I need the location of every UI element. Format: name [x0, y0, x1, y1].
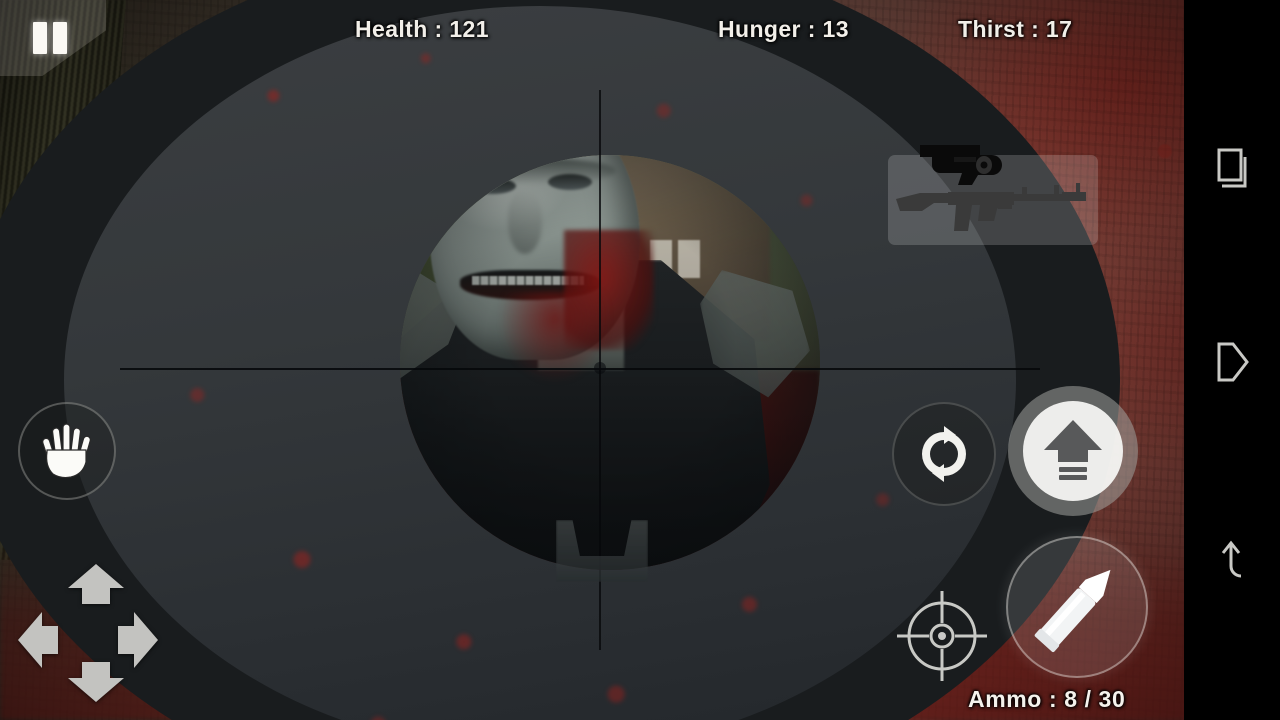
back-icon	[1221, 540, 1242, 578]
android-navigation-bar	[1184, 0, 1280, 720]
weapon-selection-panel[interactable]	[888, 145, 1098, 245]
game-screen: Health : 121 Hunger : 13 Thirst : 17 Amm…	[0, 0, 1280, 720]
nav-home-button[interactable]	[1184, 272, 1280, 452]
health-stat-label: Health : 121	[355, 16, 489, 42]
dpad-up-arrow[interactable]	[66, 562, 126, 606]
recents-icon	[1217, 148, 1247, 188]
aim-scope-button[interactable]	[894, 588, 990, 684]
home-icon	[1217, 342, 1249, 382]
jump-button-inner	[1023, 401, 1123, 501]
pause-bar-right	[53, 22, 67, 54]
fire-button[interactable]	[1006, 536, 1148, 678]
open-hand-icon	[42, 423, 91, 479]
reticle-center-dot	[594, 362, 606, 374]
reticle-horizontal-line	[120, 368, 1040, 370]
thirst-stat-label: Thirst : 17	[958, 16, 1073, 42]
dpad-left-arrow[interactable]	[16, 610, 60, 670]
jump-button[interactable]	[1008, 386, 1138, 516]
hunger-stat-label: Hunger : 13	[718, 16, 849, 42]
nav-back-button[interactable]	[1184, 468, 1280, 648]
nav-recents-button[interactable]	[1184, 78, 1280, 258]
assault-rifle-ak47-icon	[896, 183, 1086, 231]
up-arrow-upload-icon	[1044, 420, 1102, 480]
pause-bar-left	[33, 22, 47, 54]
movement-dpad[interactable]	[12, 556, 180, 720]
ammo-counter-label: Ammo : 8 / 30	[968, 686, 1126, 712]
interact-hand-button[interactable]	[18, 402, 116, 500]
refresh-circle-icon	[922, 426, 966, 482]
reload-button[interactable]	[892, 402, 996, 506]
bullet-cartridge-icon	[1034, 569, 1111, 653]
dpad-right-arrow[interactable]	[116, 610, 160, 670]
crosshair-icon	[897, 591, 987, 681]
pause-icon	[33, 22, 67, 54]
